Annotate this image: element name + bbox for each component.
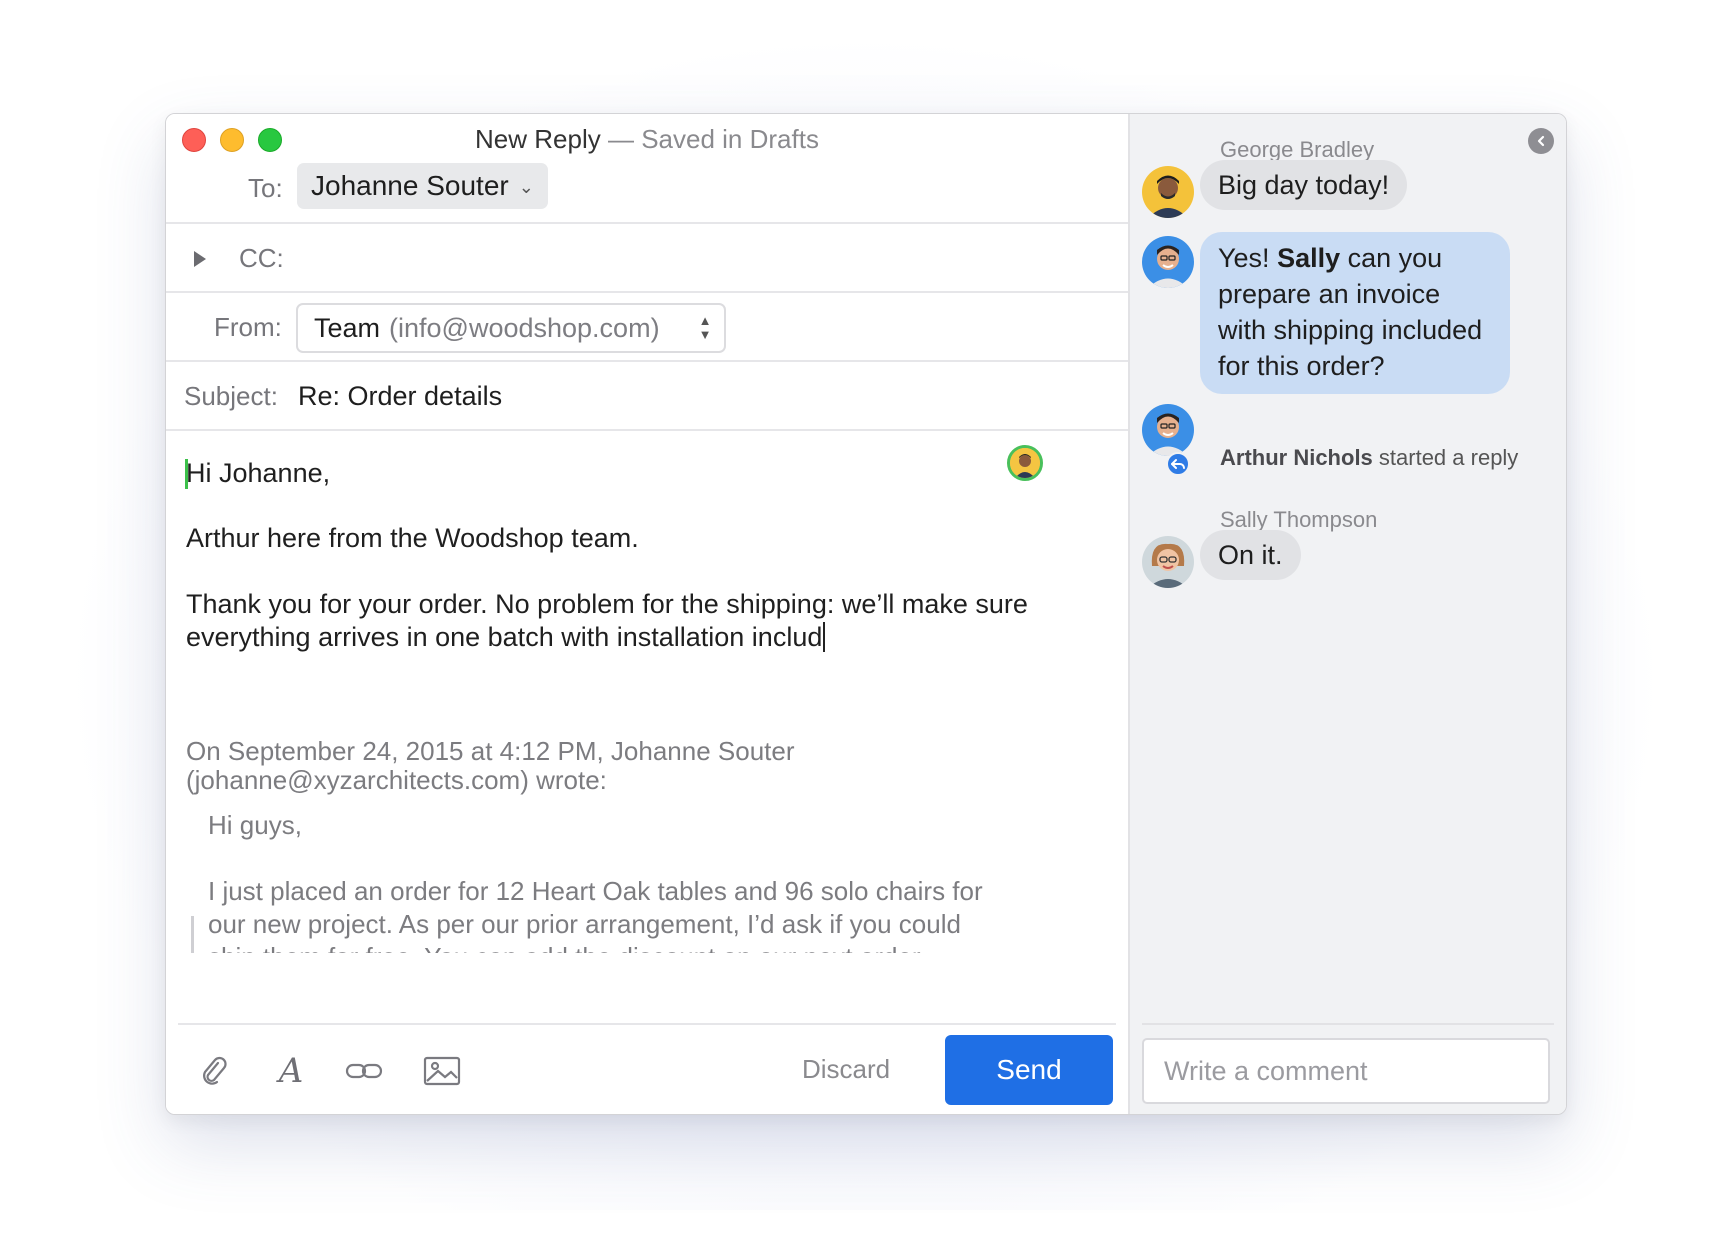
avatar <box>1142 404 1194 456</box>
from-select[interactable]: Team (info@woodshop.com) ▲ ▼ <box>296 303 726 353</box>
toolbar-divider <box>178 1023 1116 1025</box>
to-row: To: Johanne Souter ⌄ <box>166 154 1128 224</box>
quote-line: ship them for free. You can add the disc… <box>208 939 926 953</box>
image-icon[interactable] <box>422 1053 462 1089</box>
collaborator-avatar <box>1007 445 1043 481</box>
quote-line: I just placed an order for 12 Heart Oak … <box>208 876 983 906</box>
chevron-down-icon: ⌄ <box>518 176 534 197</box>
disclosure-triangle-icon[interactable] <box>194 250 206 267</box>
reply-icon <box>1166 452 1190 476</box>
recipient-name: Johanne Souter <box>311 170 509 201</box>
avatar <box>1142 536 1194 588</box>
mention[interactable]: Sally <box>1277 243 1340 273</box>
updown-chevron-icon: ▲ ▼ <box>698 313 712 342</box>
compose-toolbar: A Discard Send <box>166 1023 1128 1114</box>
avatar <box>1142 166 1194 218</box>
cc-label: CC: <box>239 243 284 273</box>
discard-button[interactable]: Discard <box>802 1054 890 1085</box>
comment-divider <box>1142 1023 1554 1025</box>
body-line: everything arrives in one batch with ins… <box>186 622 823 652</box>
text-caret <box>823 622 826 652</box>
comments-pane: George Bradley Big day today! Yes! Sally… <box>1128 114 1566 1114</box>
comment-bubble: On it. <box>1200 530 1301 580</box>
body-line: Arthur here from the Woodshop team. <box>186 523 639 553</box>
recipient-chip[interactable]: Johanne Souter ⌄ <box>297 163 548 209</box>
body-line-typing: everything arrives in one batch with ins… <box>186 619 826 655</box>
send-button[interactable]: Send <box>945 1035 1113 1105</box>
window-title: New Reply — Saved in Drafts <box>166 121 1128 157</box>
collapse-sidebar-button[interactable] <box>1528 128 1554 154</box>
reply-activity: Arthur Nichols started a reply <box>1220 445 1518 471</box>
body-line: Hi Johanne, <box>186 458 331 488</box>
quote-line: Hi guys, <box>208 810 302 840</box>
quote-line: our new project. As per our prior arrang… <box>208 909 961 939</box>
subject-label: Subject: <box>184 381 278 411</box>
cc-row[interactable]: CC: <box>166 226 1128 293</box>
window-title-status: — Saved in Drafts <box>600 124 819 154</box>
link-icon[interactable] <box>344 1053 384 1089</box>
font-icon[interactable]: A <box>271 1051 311 1091</box>
comment-bubble: Big day today! <box>1200 160 1408 210</box>
body-line: Thank you for your order. No problem for… <box>186 589 1028 619</box>
quote-header: On September 24, 2015 at 4:12 PM, Johann… <box>186 736 795 766</box>
from-address: (info@woodshop.com) <box>389 312 660 343</box>
comment-input[interactable] <box>1142 1038 1550 1104</box>
to-label: To: <box>248 172 283 203</box>
comment-text: Yes! <box>1218 243 1278 273</box>
activity-text: started a reply <box>1372 445 1519 470</box>
quote-header: (johanne@xyzarchitects.com) wrote: <box>186 765 607 795</box>
from-name: Team <box>314 312 381 343</box>
compose-pane: New Reply — Saved in Drafts To: Johanne … <box>166 114 1128 1114</box>
mail-window: New Reply — Saved in Drafts To: Johanne … <box>165 113 1567 1115</box>
from-label: From: <box>214 312 282 342</box>
activity-name: Arthur Nichols <box>1220 445 1373 470</box>
avatar <box>1142 236 1194 288</box>
subject-field[interactable]: Re: Order details <box>298 381 502 412</box>
message-body[interactable]: Hi Johanne, Arthur here from the Woodsho… <box>166 433 1128 953</box>
from-row: From: Team (info@woodshop.com) ▲ ▼ <box>166 295 1128 362</box>
subject-row[interactable]: Subject: Re: Order details <box>166 364 1128 431</box>
comment-bubble-highlighted: Yes! Sally can you prepare an invoice wi… <box>1200 232 1510 394</box>
paperclip-icon[interactable] <box>194 1053 234 1089</box>
window-title-main: New Reply <box>475 124 601 154</box>
